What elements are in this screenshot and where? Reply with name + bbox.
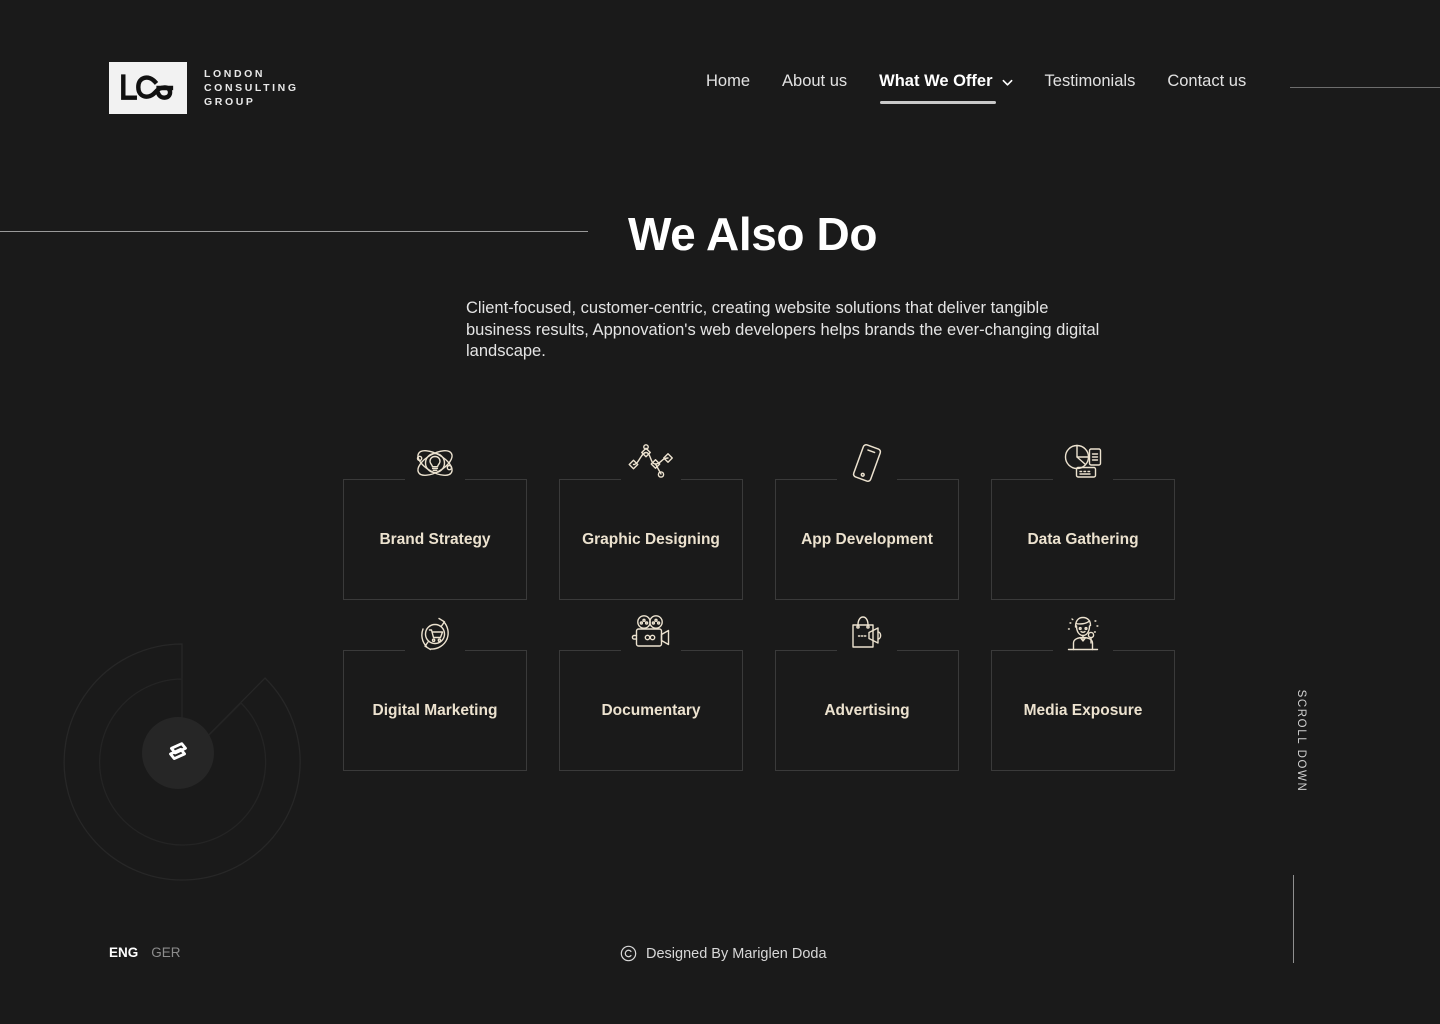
language-switcher: ENG GER [109, 945, 181, 960]
service-card-label: Advertising [824, 702, 910, 719]
service-card-label: Brand Strategy [379, 531, 491, 548]
service-card-brand-strategy[interactable]: Brand Strategy [343, 450, 527, 600]
language-option-ger[interactable]: GER [151, 945, 180, 960]
service-card-label: Media Exposure [1023, 702, 1143, 719]
nav-item-about-us[interactable]: About us [766, 72, 863, 91]
service-card-media-exposure[interactable]: Media Exposure [991, 616, 1175, 771]
presenter-microphone-icon [1052, 603, 1114, 665]
brand-logo[interactable]: LONDON CONSULTING GROUP [109, 62, 299, 114]
brand-name-line-1: LONDON [204, 68, 266, 80]
film-camera-icon [620, 603, 682, 665]
main-navigation: Home About us What We Offer Testimonials… [690, 72, 1262, 104]
page-title: We Also Do [628, 208, 878, 260]
nav-item-home[interactable]: Home [690, 72, 766, 91]
brand-name: LONDON CONSULTING GROUP [204, 67, 299, 109]
service-card-graphic-designing[interactable]: Graphic Designing [559, 444, 743, 600]
service-card-advertising[interactable]: Advertising [775, 616, 959, 771]
page-root: LONDON CONSULTING GROUP Home About us Wh… [0, 0, 1440, 1024]
shopping-cart-cycle-icon [404, 603, 466, 665]
service-card-label: Graphic Designing [582, 531, 720, 548]
service-card-documentary[interactable]: Documentary [559, 615, 743, 771]
atom-lightbulb-icon [404, 432, 466, 494]
pie-chart-document-icon [1052, 432, 1114, 494]
service-card-label: Data Gathering [1027, 531, 1139, 548]
header-rule [1290, 87, 1440, 88]
service-card-digital-marketing[interactable]: Digital Marketing [343, 617, 527, 771]
node-graph-icon [620, 432, 682, 494]
service-card-label: Documentary [601, 702, 701, 719]
site-footer: ENG GER Designed By Mariglen Doda [0, 945, 1440, 977]
nav-item-contact-us[interactable]: Contact us [1151, 72, 1262, 91]
service-card-app-development[interactable]: App Development [775, 444, 959, 600]
site-header: LONDON CONSULTING GROUP Home About us Wh… [0, 0, 1440, 175]
nav-active-underline [880, 101, 996, 104]
copyright-icon [620, 945, 637, 962]
nav-item-testimonials[interactable]: Testimonials [1029, 72, 1152, 91]
intro-paragraph: Client-focused, customer-centric, creati… [466, 299, 1100, 360]
decorative-ring-graphic [42, 622, 322, 902]
service-card-label: App Development [801, 531, 933, 548]
abstract-layered-diamond-logo-icon [169, 742, 187, 761]
scroll-down-indicator[interactable]: SCROLL DOWN [1284, 690, 1307, 975]
smartphone-icon [836, 432, 898, 494]
shopping-bag-megaphone-icon [836, 603, 898, 665]
designer-credit: Designed By Mariglen Doda [620, 945, 827, 962]
brand-name-line-2: CONSULTING [204, 82, 299, 94]
service-card-data-gathering[interactable]: Data Gathering [991, 444, 1175, 600]
scroll-down-label: SCROLL DOWN [1295, 689, 1307, 793]
language-option-eng[interactable]: ENG [109, 945, 138, 960]
services-grid: Brand Strategy Graphic Designing App Dev… [343, 444, 1175, 771]
logo-monogram-icon [109, 62, 187, 114]
decor-badge [142, 717, 214, 789]
title-rule [0, 231, 588, 232]
chevron-down-icon [1002, 74, 1013, 86]
nav-item-what-we-offer[interactable]: What We Offer [863, 72, 1028, 104]
nav-item-what-we-offer-label: What We Offer [879, 72, 993, 90]
designer-credit-text: Designed By Mariglen Doda [646, 945, 827, 962]
service-card-label: Digital Marketing [372, 702, 498, 719]
brand-name-line-3: GROUP [204, 96, 256, 108]
